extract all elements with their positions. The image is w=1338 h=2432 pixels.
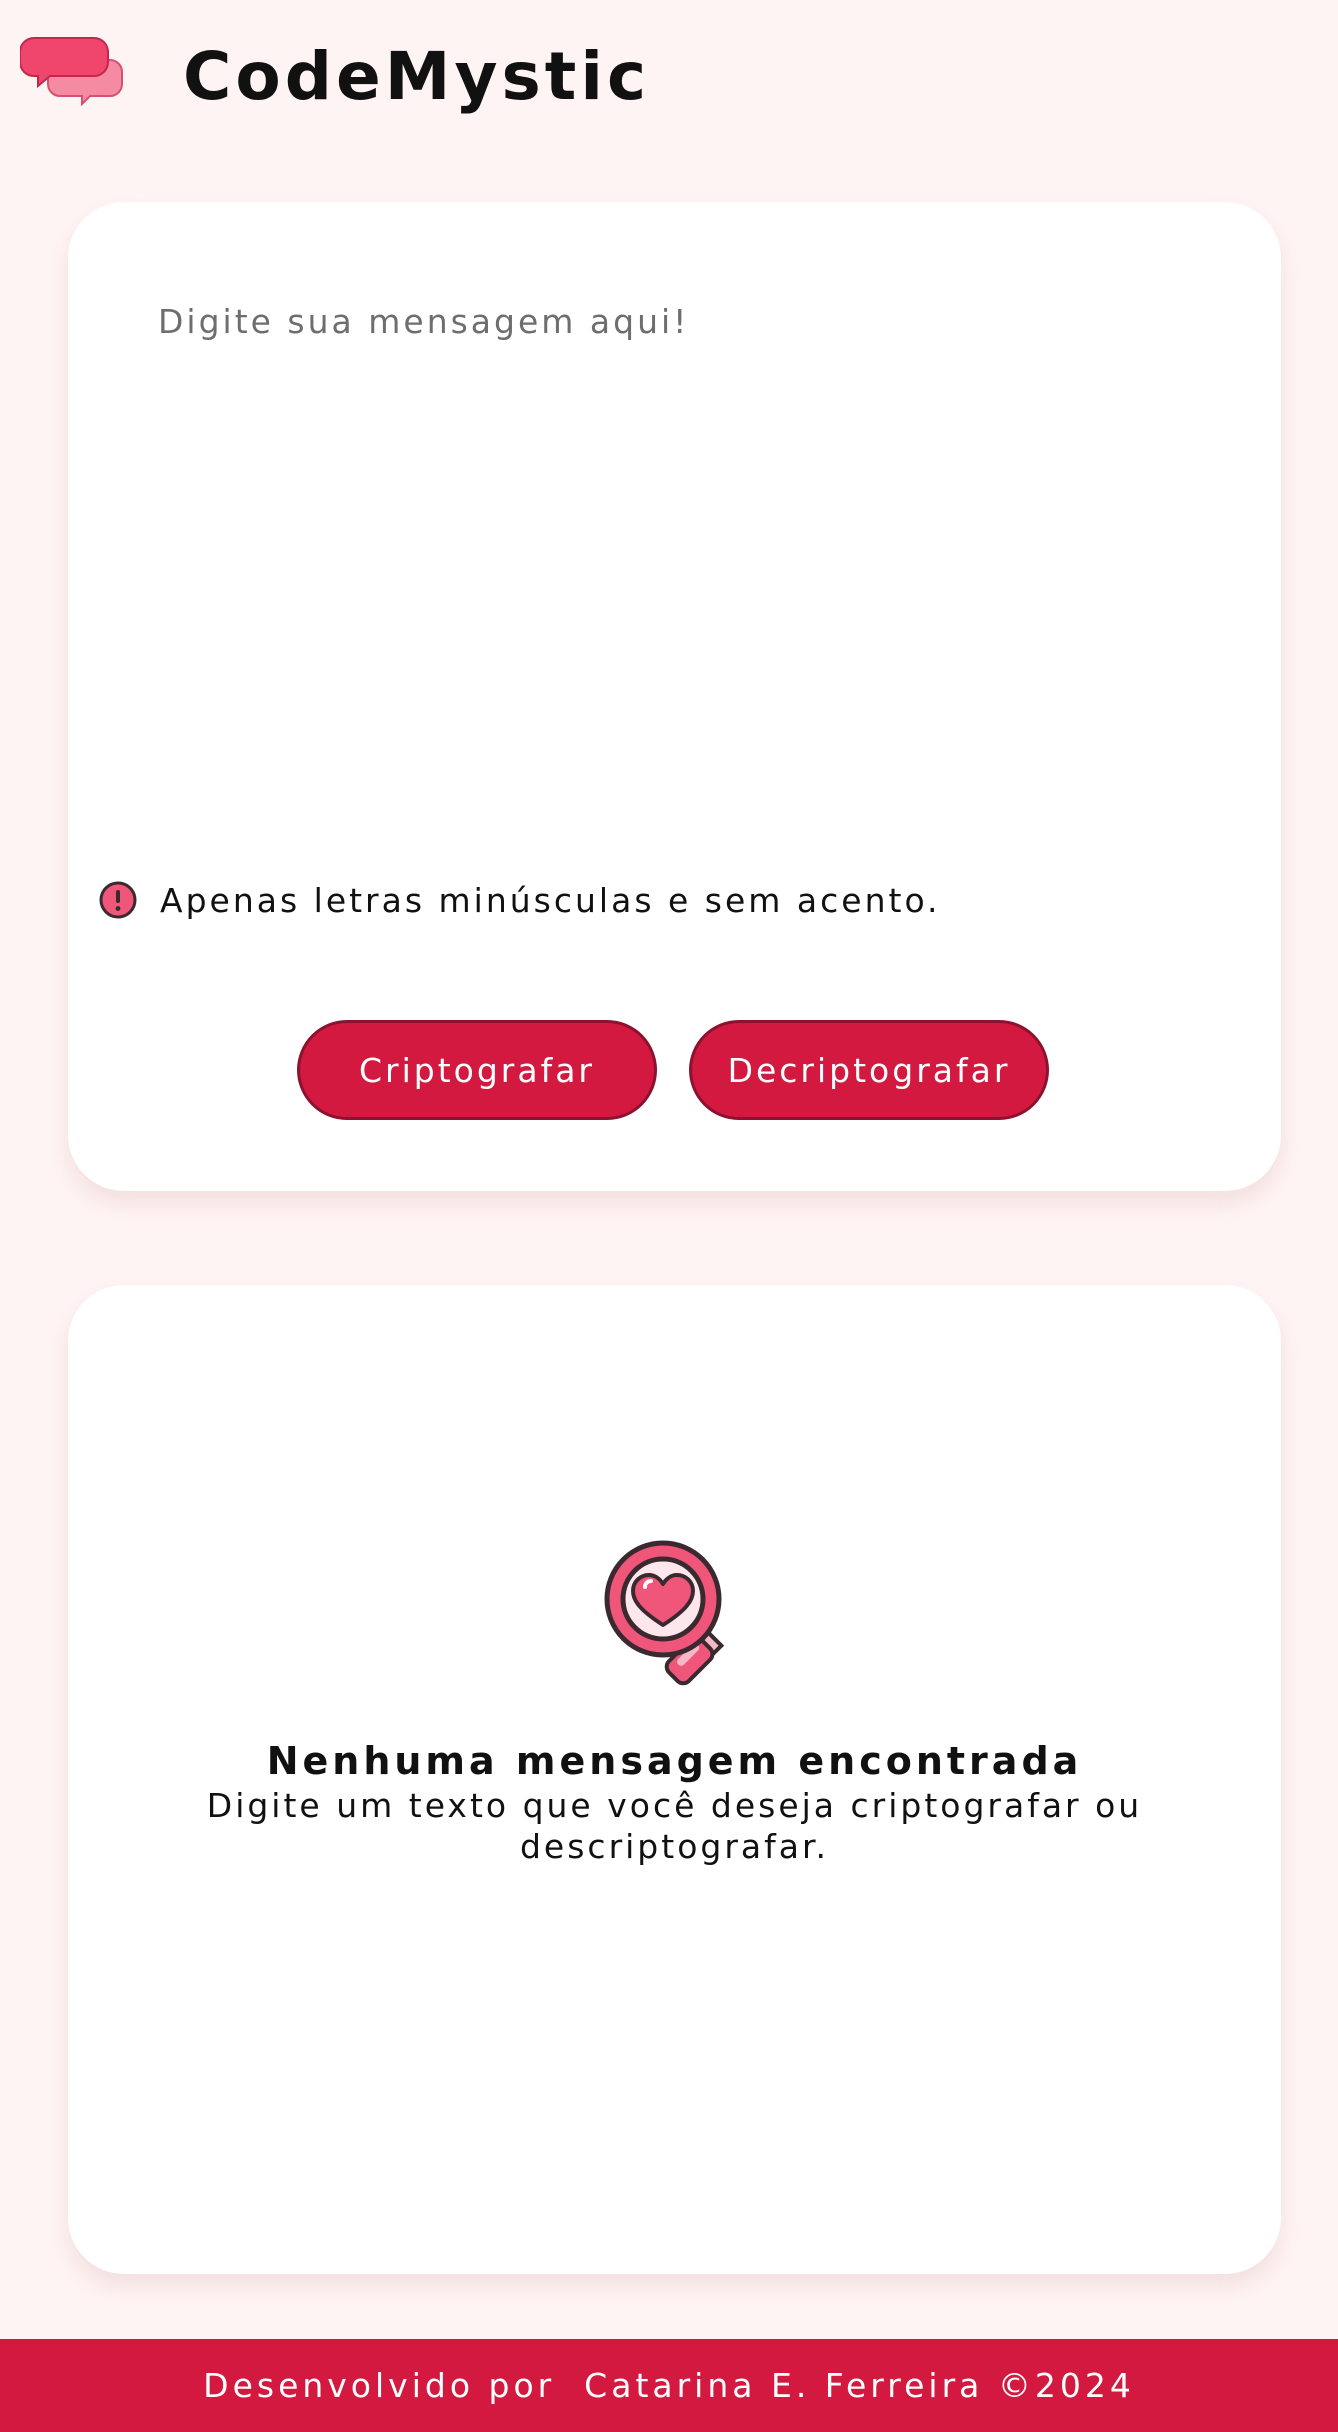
hint-text: Apenas letras minúsculas e sem acento. <box>160 880 941 920</box>
decrypt-button[interactable]: Decriptografar <box>689 1020 1049 1120</box>
input-hint: Apenas letras minúsculas e sem acento. <box>98 878 941 922</box>
empty-state-title: Nenhuma mensagem encontrada <box>266 1739 1083 1783</box>
output-card: Nenhuma mensagem encontrada Digite um te… <box>68 1285 1281 2274</box>
header: CodeMystic <box>0 0 1338 160</box>
encrypt-button[interactable]: Criptografar <box>297 1020 657 1120</box>
footer: Desenvolvido por Catarina E. Ferreira ©2… <box>0 2339 1338 2432</box>
footer-credit: Desenvolvido por Catarina E. Ferreira ©2… <box>203 2366 1135 2405</box>
empty-state-description: Digite um texto que você deseja criptogr… <box>206 1786 1143 1866</box>
app-title: CodeMystic <box>183 38 651 115</box>
page: CodeMystic Apenas letras minúsculas e se… <box>0 0 1338 2432</box>
chat-bubbles-icon <box>20 37 123 106</box>
magnifier-heart-icon <box>604 1540 725 1686</box>
exclamation-circle-icon <box>99 881 137 919</box>
input-card: Apenas letras minúsculas e sem acento. C… <box>68 202 1281 1191</box>
